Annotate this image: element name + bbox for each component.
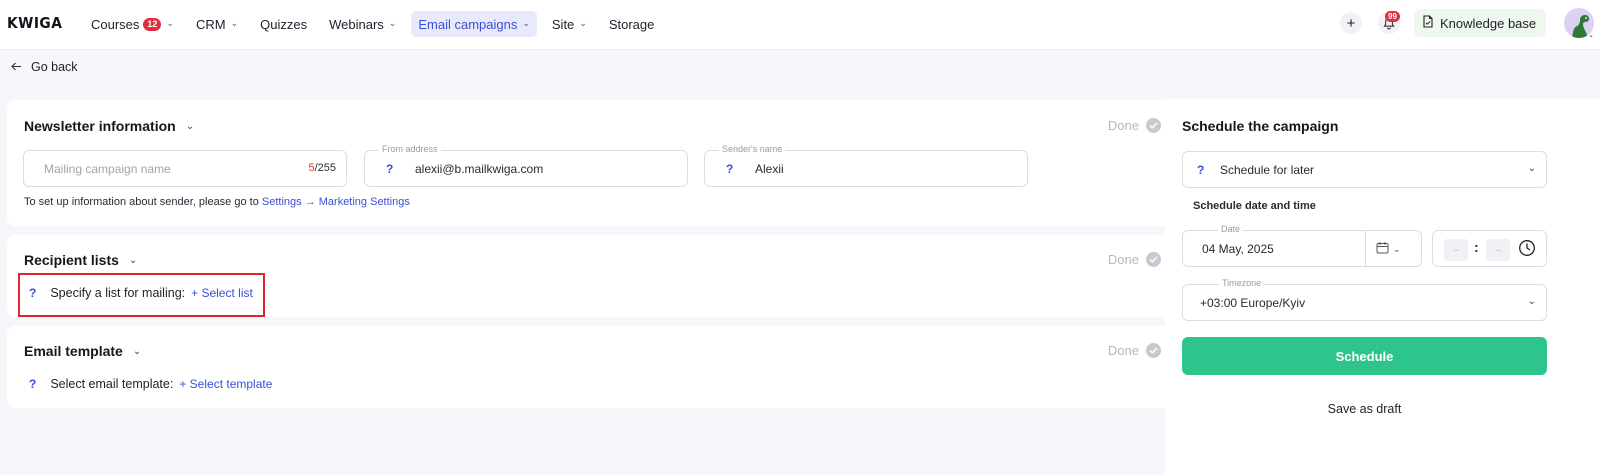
help-question-icon[interactable]: ? — [1197, 163, 1204, 177]
minute-input[interactable]: -- — [1486, 239, 1510, 261]
nav-item-quizzes[interactable]: Quizzes — [253, 11, 314, 37]
chevron-down-icon: ⌄ — [128, 254, 138, 266]
highlight-box — [18, 273, 265, 317]
from-address-label: From address — [379, 144, 441, 154]
check-circle-icon — [1146, 343, 1161, 358]
date-value: 04 May, 2025 — [1202, 242, 1274, 256]
top-navigation-bar: KWIGA Courses 12 ⌄ CRM ⌄ Quizzes Webinar… — [0, 0, 1600, 50]
check-circle-icon — [1146, 252, 1161, 267]
campaign-name-input[interactable]: Mailing campaign name 5/255 — [23, 150, 347, 187]
nav-item-crm[interactable]: CRM ⌄ — [189, 11, 245, 37]
email-template-card: Email template ⌄ Done ? Select email tem… — [7, 326, 1179, 408]
nav-item-label: Courses — [91, 16, 140, 32]
email-template-row: ? Select email template: + Select templa… — [24, 377, 272, 391]
from-address-value: alexii@b.mailkwiga.com — [415, 162, 544, 176]
help-question-icon[interactable]: ? — [386, 162, 393, 176]
calendar-dropdown[interactable]: ⌄ — [1376, 241, 1401, 257]
select-template-link[interactable]: + Select template — [179, 377, 272, 391]
help-question-icon[interactable]: ? — [726, 162, 733, 176]
chevron-down-icon: ⌄ — [522, 17, 530, 28]
section-title: Newsletter information — [24, 118, 176, 134]
schedule-button[interactable]: Schedule — [1182, 337, 1547, 375]
chevron-down-icon[interactable]: ⌄ — [1588, 31, 1594, 39]
document-icon — [1422, 15, 1434, 31]
clock-icon[interactable] — [1518, 239, 1536, 260]
notifications-badge: 99 — [1385, 11, 1400, 22]
schedule-panel: Schedule the campaign ? Schedule for lat… — [1165, 99, 1600, 475]
date-divider — [1365, 231, 1366, 266]
done-label: Done — [1107, 343, 1139, 358]
chevron-down-icon: ⌄ — [1527, 296, 1536, 307]
template-done-status: Done — [1108, 343, 1161, 358]
newsletter-done-status: Done — [1108, 118, 1161, 133]
nav-item-label: CRM — [195, 16, 226, 32]
nav-item-label: Email campaigns — [418, 16, 518, 32]
save-as-draft-button[interactable]: Save as draft — [1182, 402, 1547, 416]
schedule-mode-select[interactable]: ? Schedule for later ⌄ — [1182, 151, 1547, 188]
nav-item-label: Quizzes — [260, 16, 308, 32]
chevron-down-icon: ⌄ — [579, 17, 587, 28]
nav-item-webinars[interactable]: Webinars ⌄ — [322, 11, 403, 37]
nav-item-site[interactable]: Site ⌄ — [545, 11, 594, 37]
chevron-down-icon: ⌄ — [166, 17, 174, 28]
from-address-field[interactable]: From address ? alexii@b.mailkwiga.com — [364, 144, 688, 187]
arrow-left-icon — [11, 60, 22, 74]
kwiga-logo[interactable]: KWIGA — [7, 14, 62, 32]
nav-item-label: Site — [551, 16, 575, 32]
sender-name-value: Alexii — [755, 162, 784, 176]
calendar-icon — [1376, 241, 1389, 257]
chevron-down-icon: ⌄ — [230, 17, 239, 28]
nav-item-label: Storage — [608, 16, 655, 32]
time-picker-field[interactable]: -- : -- — [1432, 230, 1547, 267]
hour-input[interactable]: -- — [1444, 239, 1468, 261]
date-picker-field[interactable]: Date 04 May, 2025 ⌄ — [1182, 224, 1422, 267]
timezone-label: Timezone — [1219, 278, 1265, 288]
nav-item-storage[interactable]: Storage — [602, 11, 662, 37]
date-label: Date — [1218, 224, 1244, 234]
time-separator: : — [1474, 239, 1479, 255]
done-label: Done — [1107, 252, 1139, 267]
chevron-down-icon: ⌄ — [388, 17, 397, 28]
character-counter: 5/255 — [308, 162, 336, 174]
recipients-done-status: Done — [1108, 252, 1161, 267]
sender-helper-text: To set up information about sender, plea… — [24, 196, 410, 208]
chevron-down-icon: ⌄ — [185, 120, 195, 132]
help-question-icon[interactable]: ? — [29, 377, 36, 391]
counter-max: /255 — [314, 162, 336, 174]
schedule-datetime-label: Schedule date and time — [1193, 200, 1316, 212]
nav-item-email-campaigns[interactable]: Email campaigns ⌄ — [411, 11, 537, 37]
timezone-select[interactable]: Timezone +03:00 Europe/Kyiv ⌄ — [1182, 278, 1547, 321]
timezone-value: +03:00 Europe/Kyiv — [1200, 296, 1306, 310]
check-circle-icon — [1146, 118, 1161, 133]
schedule-mode-value: Schedule for later — [1220, 163, 1315, 177]
template-prompt: Select email template: — [50, 377, 174, 391]
knowledge-base-button[interactable]: Knowledge base — [1414, 9, 1547, 37]
sender-name-label: Sender's name — [719, 144, 786, 154]
chevron-down-icon: ⌄ — [1393, 243, 1401, 254]
chevron-down-icon: ⌄ — [132, 345, 142, 357]
newsletter-section-toggle[interactable]: Newsletter information ⌄ — [24, 118, 194, 134]
nav-item-label: Webinars — [329, 16, 384, 32]
marketing-settings-link[interactable]: Settings → Marketing Settings — [262, 196, 410, 208]
plus-icon[interactable]: + — [1340, 12, 1362, 34]
main-nav: Courses 12 ⌄ CRM ⌄ Quizzes Webinars ⌄ Em… — [84, 11, 669, 37]
section-title: Email template — [24, 343, 123, 359]
helper-text: To set up information about sender, plea… — [24, 196, 262, 208]
template-section-toggle[interactable]: Email template ⌄ — [24, 343, 141, 359]
sender-name-field[interactable]: Sender's name ? Alexii — [704, 144, 1028, 187]
nav-item-courses[interactable]: Courses 12 ⌄ — [84, 11, 181, 37]
go-back-label: Go back — [31, 60, 78, 74]
knowledge-base-label: Knowledge base — [1440, 15, 1537, 31]
section-title: Recipient lists — [24, 252, 119, 268]
newsletter-information-card: Newsletter information ⌄ Done Mailing ca… — [7, 100, 1179, 226]
chevron-down-icon: ⌄ — [1527, 163, 1536, 174]
go-back-link[interactable]: Go back — [11, 60, 78, 74]
campaign-name-placeholder: Mailing campaign name — [44, 162, 171, 176]
schedule-title: Schedule the campaign — [1182, 118, 1339, 134]
recipient-section-toggle[interactable]: Recipient lists ⌄ — [24, 252, 137, 268]
courses-count-badge: 12 — [143, 17, 162, 31]
done-label: Done — [1107, 118, 1139, 133]
